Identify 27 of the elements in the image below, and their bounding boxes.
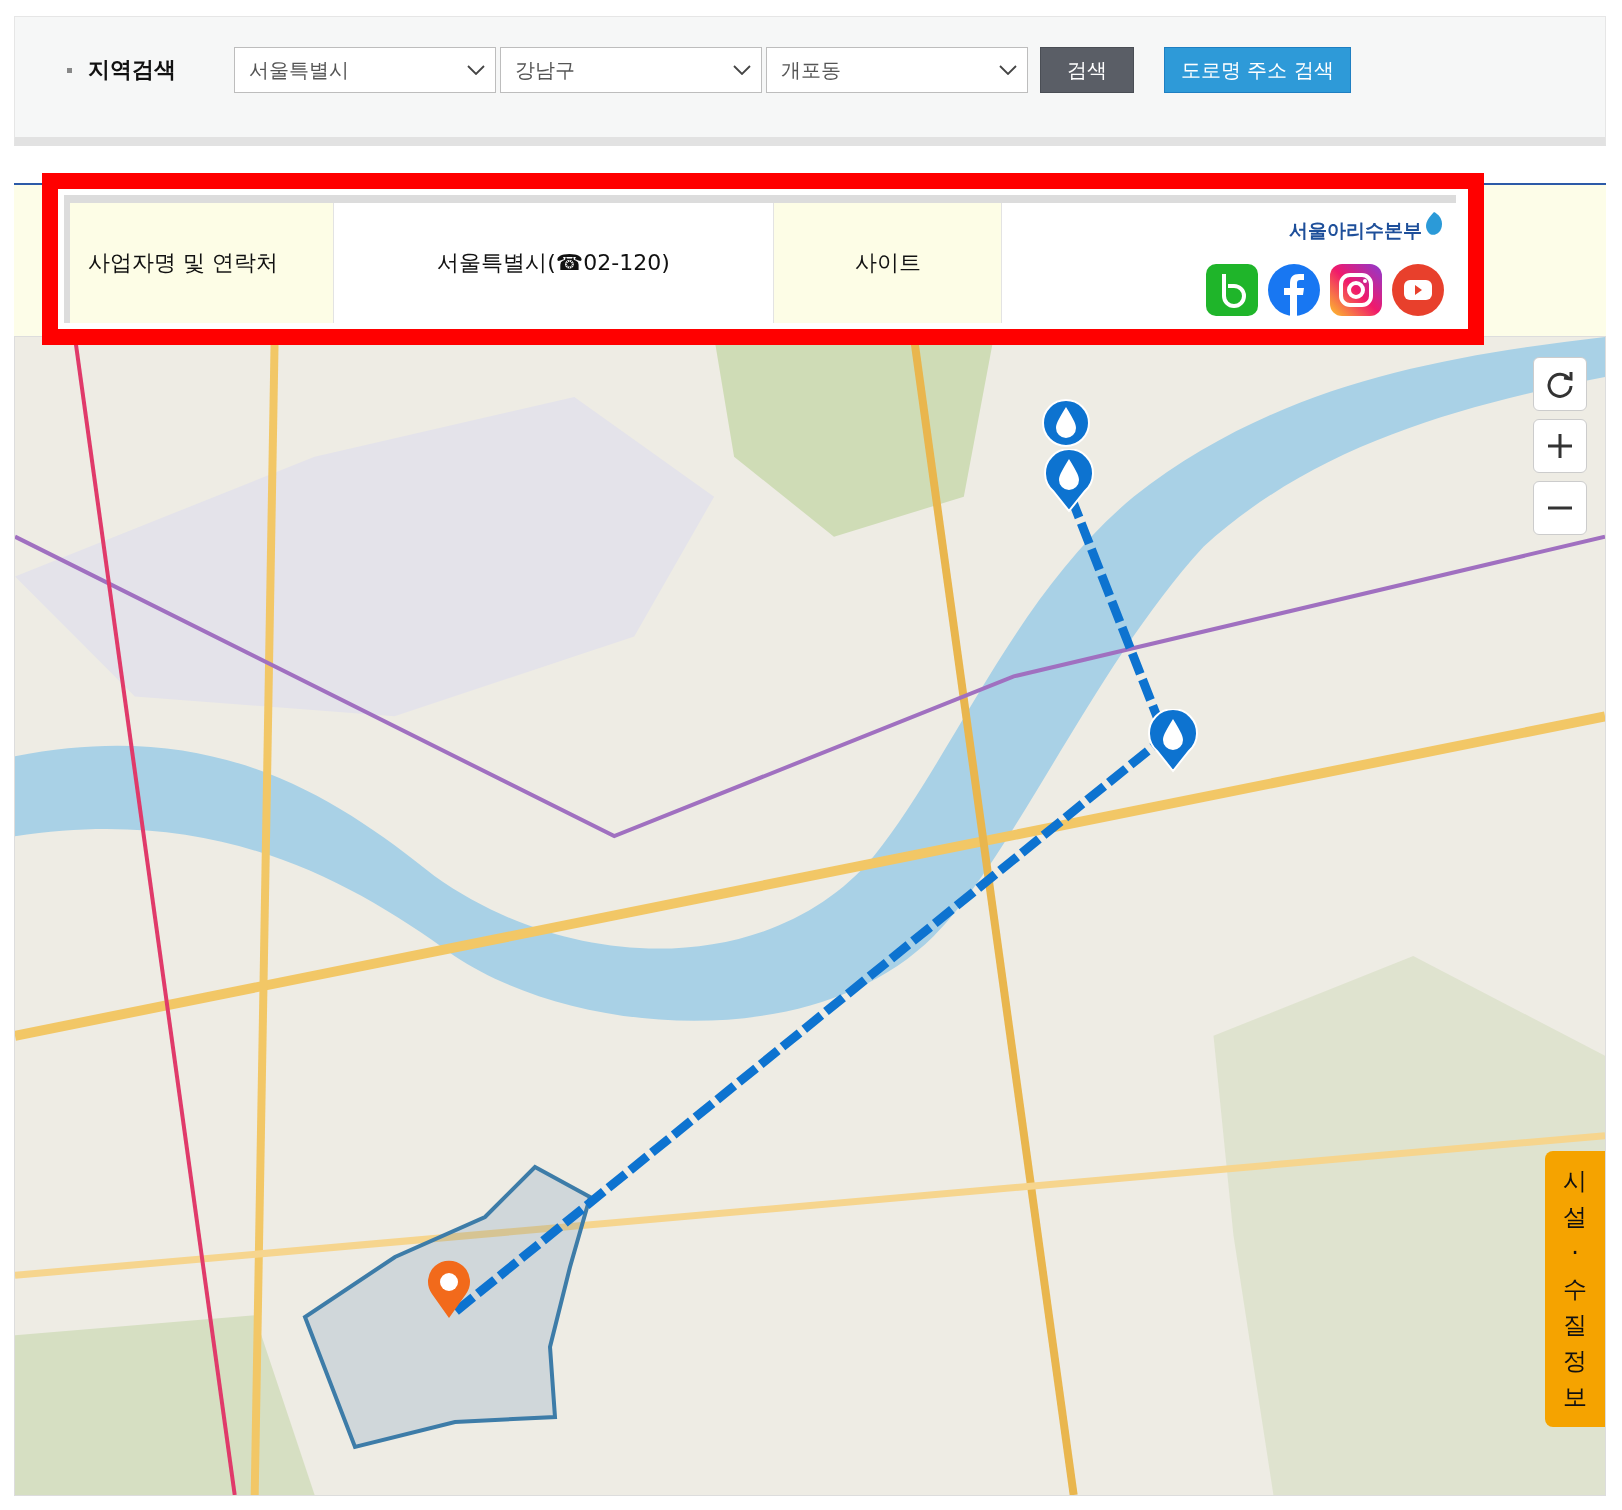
facebook-icon[interactable] xyxy=(1268,264,1320,316)
bullet-icon xyxy=(67,67,72,73)
logo-text: 서울아리수본부 xyxy=(1289,218,1422,243)
refresh-icon xyxy=(1545,369,1575,399)
region-select[interactable]: 개포동 xyxy=(766,47,1028,93)
refresh-button[interactable] xyxy=(1533,357,1587,411)
zoom-in-button[interactable] xyxy=(1533,419,1587,473)
water-drop-pin-icon[interactable] xyxy=(1147,709,1199,773)
region-search-label: 지역검색 xyxy=(88,56,177,84)
table-header-cell: 사업자명 및 연락처 xyxy=(70,203,334,323)
water-drop-marker-icon[interactable] xyxy=(1040,397,1092,447)
zoom-out-button[interactable] xyxy=(1533,481,1587,535)
water-drop-pin-icon[interactable] xyxy=(1043,449,1095,513)
region-select[interactable]: 서울특별시 xyxy=(234,47,496,93)
chevron-icon xyxy=(733,65,751,75)
blog-icon[interactable] xyxy=(1206,264,1258,316)
plus-icon xyxy=(1546,432,1574,460)
minus-icon xyxy=(1546,506,1574,510)
instagram-icon[interactable] xyxy=(1330,264,1382,316)
region-select[interactable]: 강남구 xyxy=(500,47,762,93)
chevron-icon xyxy=(467,65,485,75)
table-header-cell: 사이트 xyxy=(774,203,1002,323)
search-button[interactable]: 검색 xyxy=(1040,47,1134,93)
facility-info-tab[interactable]: 시설·수질정보 xyxy=(1545,1151,1605,1427)
video-play-icon[interactable] xyxy=(1392,264,1444,316)
chevron-icon xyxy=(999,65,1017,75)
location-pin-icon[interactable] xyxy=(426,1260,472,1320)
